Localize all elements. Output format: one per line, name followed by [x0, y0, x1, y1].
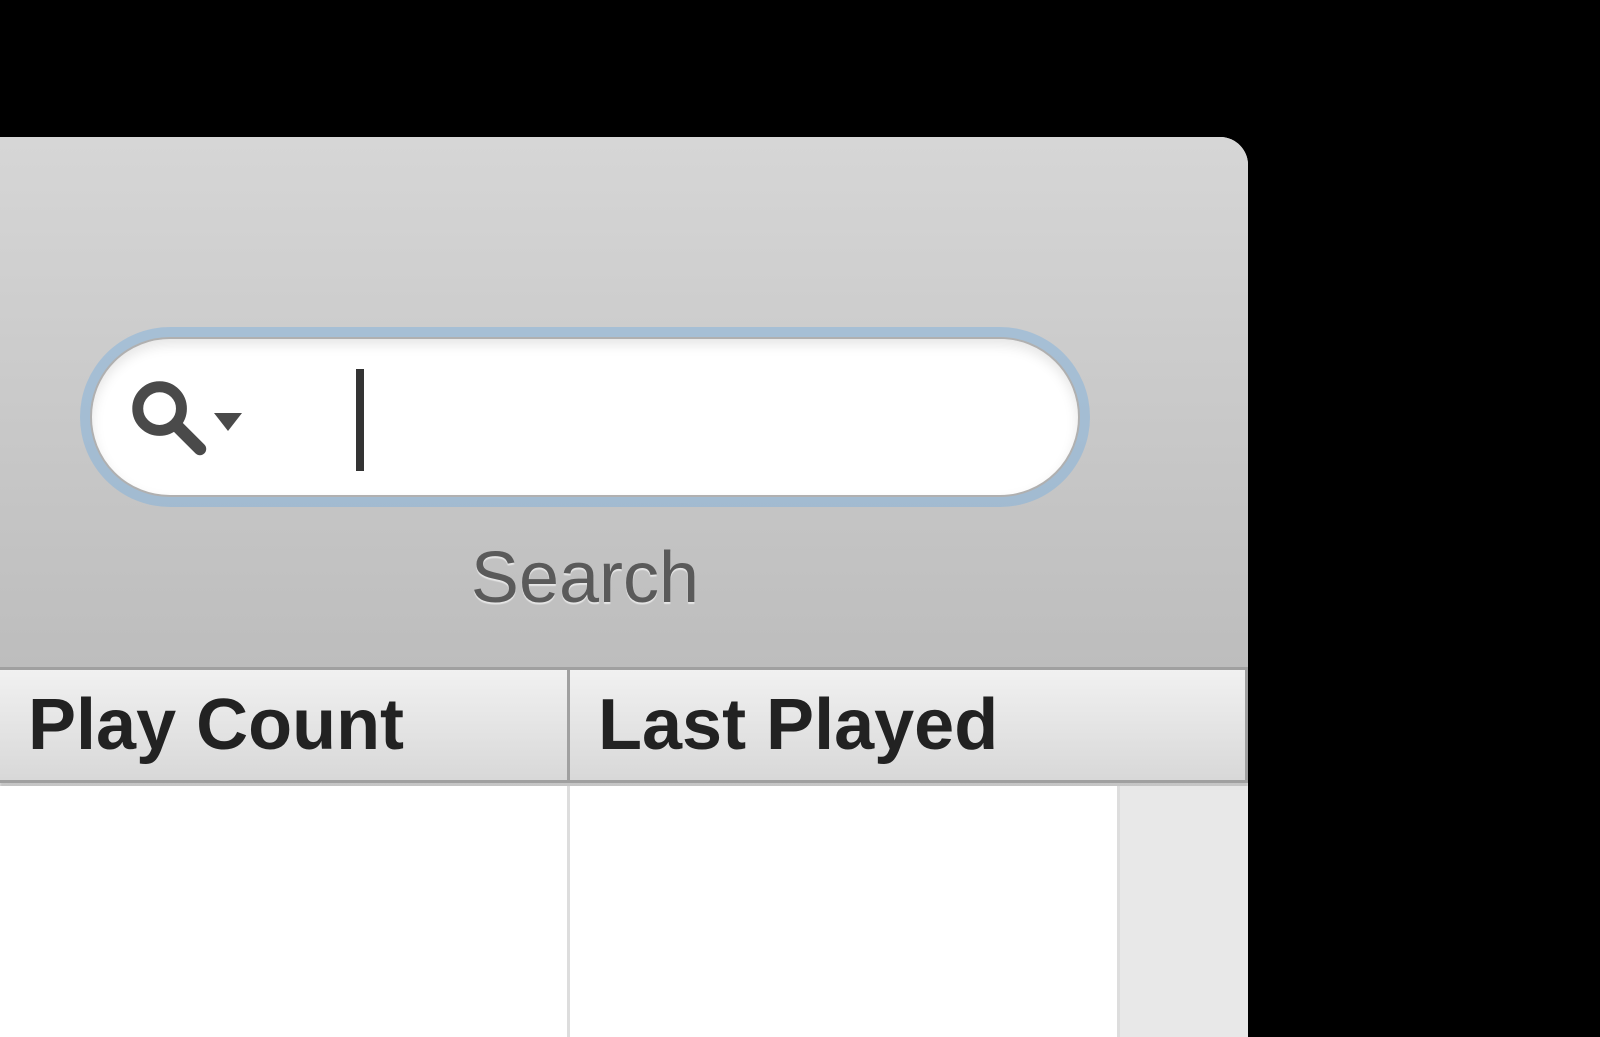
chevron-down-icon	[214, 413, 242, 431]
search-field[interactable]	[90, 337, 1080, 497]
table-cell-play-count	[0, 786, 570, 1037]
toolbar: Search	[0, 137, 1248, 667]
search-icon	[126, 375, 210, 459]
text-cursor	[356, 369, 364, 471]
search-scope-button[interactable]	[126, 375, 242, 459]
column-header-last-played[interactable]: Last Played	[570, 670, 1248, 780]
app-window: Search Play Count Last Played	[0, 137, 1248, 900]
search-input[interactable]	[242, 339, 1287, 495]
table-body	[0, 786, 1248, 1037]
column-header-play-count[interactable]: Play Count	[0, 670, 570, 780]
search-label: Search	[0, 537, 1170, 619]
scrollbar-track[interactable]	[1120, 786, 1248, 1037]
table-cell-last-played	[570, 786, 1120, 1037]
table-header-row: Play Count Last Played	[0, 667, 1248, 783]
